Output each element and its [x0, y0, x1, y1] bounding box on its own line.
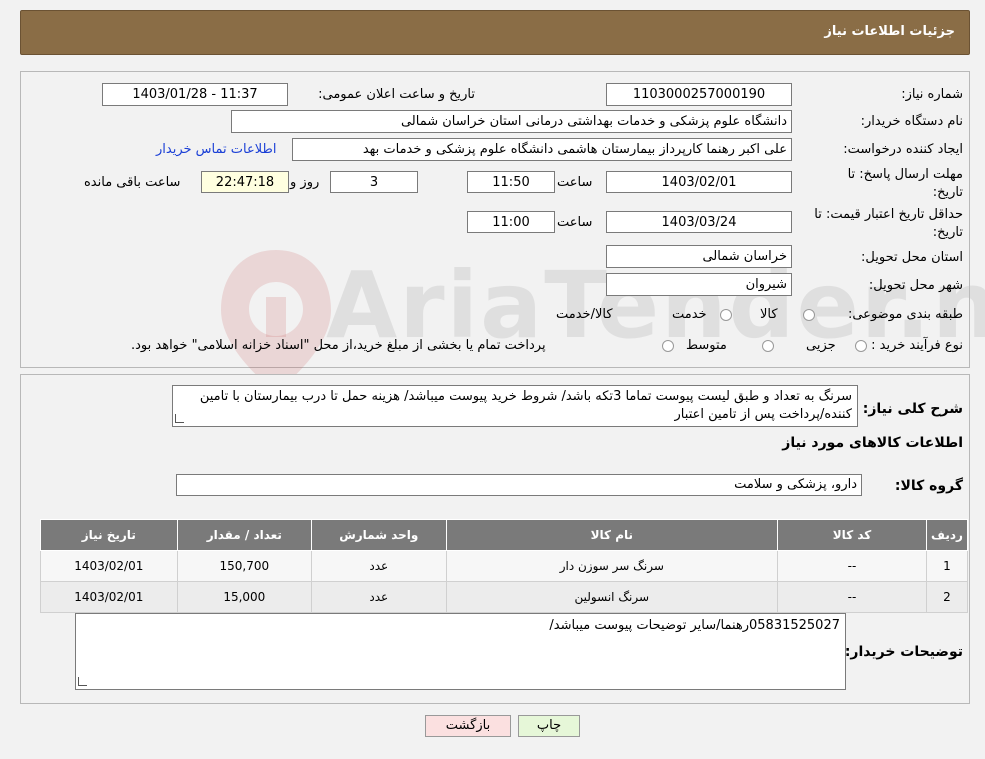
col-need-date: تاریخ نیاز	[40, 519, 178, 551]
category-option-service: خدمت	[672, 307, 707, 322]
deadline-time-field: 11:50	[467, 171, 555, 193]
col-unit: واحد شمارش	[311, 519, 447, 551]
buyer-org-field: دانشگاه علوم پزشکی و خدمات بهداشتی درمان…	[231, 110, 792, 133]
creator-label: ایجاد کننده درخواست:	[843, 142, 963, 157]
table-row: 1 -- سرنگ سر سوزن دار عدد 150,700 1403/0…	[40, 550, 969, 582]
cell-quantity: 15,000	[176, 581, 313, 613]
buyer-notes-label: توضیحات خریدار:	[844, 644, 963, 660]
remaining-label: ساعت باقی مانده	[84, 175, 181, 190]
process-radio-small[interactable]	[855, 340, 867, 352]
province-label: استان محل تحویل:	[861, 250, 963, 265]
validity-time-label: ساعت	[557, 215, 593, 230]
page-title: جزئیات اطلاعات نیاز	[824, 24, 955, 39]
category-option-goods-service: کالا/خدمت	[556, 307, 613, 322]
city-label: شهر محل تحویل:	[868, 278, 963, 293]
remaining-time-field: 22:47:18	[201, 171, 289, 193]
items-section-title: اطلاعات کالاهای مورد نیاز	[782, 435, 963, 451]
buyer-contact-link[interactable]: اطلاعات تماس خریدار	[156, 142, 276, 157]
cell-row: 2	[925, 581, 969, 613]
cell-unit: عدد	[311, 550, 447, 582]
back-button[interactable]: بازگشت	[425, 715, 511, 737]
cell-row: 1	[925, 550, 969, 582]
deadline-label: مهلت ارسال پاسخ: تا	[847, 167, 963, 182]
process-option-medium: متوسط	[686, 338, 727, 353]
table-row: 2 -- سرنگ انسولین عدد 15,000 1403/02/01	[40, 581, 969, 613]
cell-code: --	[777, 550, 927, 582]
buyer-org-label: نام دستگاه خریدار:	[860, 114, 963, 129]
category-label: طبقه بندی موضوعی:	[847, 307, 963, 322]
col-name: نام کالا	[445, 519, 779, 551]
deadline-label-date: تاریخ:	[932, 185, 963, 200]
cell-code: --	[777, 581, 927, 613]
days-label: روز و	[290, 175, 320, 190]
city-field: شیروان	[606, 273, 792, 296]
page-header: جزئیات اطلاعات نیاز	[20, 10, 970, 55]
process-label: نوع فرآیند خرید :	[871, 338, 963, 353]
validity-label: حداقل تاریخ اعتبار قیمت: تا	[814, 207, 963, 222]
cell-name: سرنگ انسولین	[445, 581, 779, 613]
goods-group-label: گروه کالا:	[894, 478, 963, 494]
goods-group-field: دارو، پزشکی و سلامت	[176, 474, 862, 496]
treasury-checkbox-radio[interactable]	[662, 340, 674, 352]
category-radio-goods[interactable]	[803, 309, 815, 321]
col-quantity: تعداد / مقدار	[176, 519, 313, 551]
buyer-notes-text: 05831525027رهنما/سایر توضیحات پیوست میبا…	[549, 618, 840, 633]
deadline-time-label: ساعت	[557, 175, 593, 190]
process-radio-medium[interactable]	[762, 340, 774, 352]
items-table-header: ردیف کد کالا نام کالا واحد شمارش تعداد /…	[40, 519, 969, 551]
buyer-notes-textarea[interactable]: 05831525027رهنما/سایر توضیحات پیوست میبا…	[75, 613, 846, 690]
description-label: شرح کلی نیاز:	[862, 401, 963, 417]
validity-time-field: 11:00	[467, 211, 555, 233]
cell-need-date: 1403/02/01	[40, 581, 178, 613]
validity-date-field: 1403/03/24	[606, 211, 792, 233]
process-note: پرداخت تمام یا بخشی از مبلغ خرید،از محل …	[131, 338, 546, 353]
col-code: کد کالا	[777, 519, 927, 551]
announce-label: تاریخ و ساعت اعلان عمومی:	[318, 87, 475, 102]
announce-field: 1403/01/28 - 11:37	[102, 83, 288, 106]
description-text: سرنگ به تعداد و طبق لیست پیوست تماما 3تک…	[199, 389, 852, 422]
need-number-field: 1103000257000190	[606, 83, 792, 106]
cell-name: سرنگ سر سوزن دار	[445, 550, 779, 582]
creator-field: علی اکبر رهنما کارپرداز بیمارستان هاشمی …	[292, 138, 792, 161]
col-row: ردیف	[925, 519, 969, 551]
cell-quantity: 150,700	[176, 550, 313, 582]
need-number-label: شماره نیاز:	[901, 87, 963, 102]
process-option-small: جزیی	[806, 338, 836, 353]
deadline-date-field: 1403/02/01	[606, 171, 792, 193]
category-option-goods: کالا	[760, 307, 778, 322]
resize-grip-icon[interactable]	[78, 677, 87, 686]
description-textarea[interactable]: سرنگ به تعداد و طبق لیست پیوست تماما 3تک…	[172, 385, 858, 427]
cell-unit: عدد	[311, 581, 447, 613]
days-remaining-field: 3	[330, 171, 418, 193]
print-button[interactable]: چاپ	[518, 715, 580, 737]
category-radio-service[interactable]	[720, 309, 732, 321]
resize-grip-icon[interactable]	[175, 414, 184, 423]
cell-need-date: 1403/02/01	[40, 550, 178, 582]
items-table: ردیف کد کالا نام کالا واحد شمارش تعداد /…	[40, 519, 969, 613]
validity-label-date: تاریخ:	[932, 225, 963, 240]
province-field: خراسان شمالی	[606, 245, 792, 268]
